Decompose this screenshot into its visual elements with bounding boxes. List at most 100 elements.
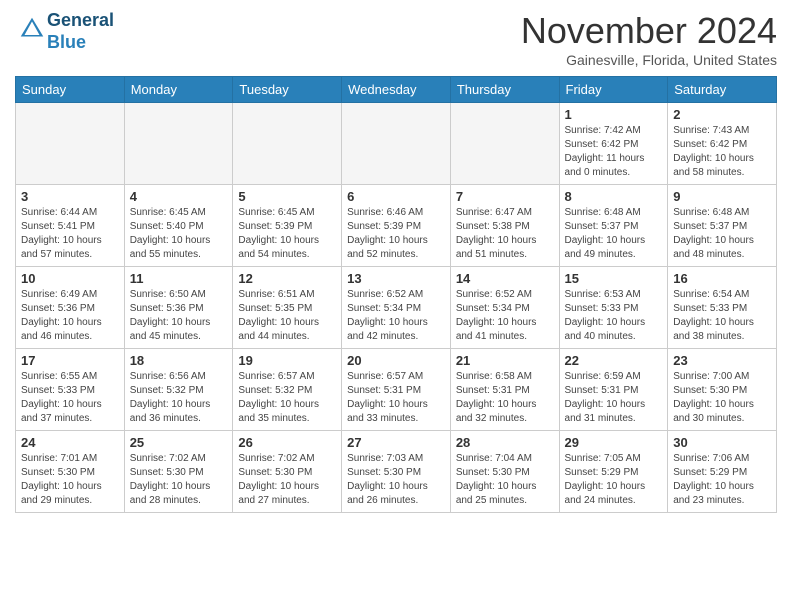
- day-number: 5: [238, 189, 336, 204]
- calendar-cell: 25 Sunrise: 7:02 AMSunset: 5:30 PMDayligh…: [124, 431, 233, 513]
- day-number: 24: [21, 435, 119, 450]
- day-number: 14: [456, 271, 554, 286]
- day-info: Sunrise: 6:47 AMSunset: 5:38 PMDaylight:…: [456, 206, 554, 262]
- location-text: Gainesville, Florida, United States: [521, 52, 777, 68]
- day-number: 30: [673, 435, 771, 450]
- day-info: Sunrise: 7:04 AMSunset: 5:30 PMDaylight:…: [456, 452, 554, 508]
- calendar-cell: 30 Sunrise: 7:06 AMSunset: 5:29 PMDayligh…: [668, 431, 777, 513]
- page-container: General Blue November 2024 Gainesville, …: [0, 0, 792, 523]
- calendar-cell: 10 Sunrise: 6:49 AMSunset: 5:36 PMDayligh…: [16, 267, 125, 349]
- calendar-cell: [16, 103, 125, 185]
- day-info: Sunrise: 7:43 AMSunset: 6:42 PMDaylight:…: [673, 124, 771, 180]
- logo-icon: [17, 14, 47, 44]
- calendar-week-row: 10 Sunrise: 6:49 AMSunset: 5:36 PMDayligh…: [16, 267, 777, 349]
- day-info: Sunrise: 6:56 AMSunset: 5:32 PMDaylight:…: [130, 370, 228, 426]
- day-number: 12: [238, 271, 336, 286]
- day-number: 3: [21, 189, 119, 204]
- day-info: Sunrise: 6:50 AMSunset: 5:36 PMDaylight:…: [130, 288, 228, 344]
- day-number: 27: [347, 435, 445, 450]
- calendar-cell: [342, 103, 451, 185]
- calendar-cell: 3Sunrise: 6:44 AMSunset: 5:41 PMDaylight…: [16, 185, 125, 267]
- calendar-cell: 26 Sunrise: 7:02 AMSunset: 5:30 PMDayligh…: [233, 431, 342, 513]
- day-number: 2: [673, 107, 771, 122]
- calendar-cell: 13Sunrise: 6:52 AMSunset: 5:34 PMDayligh…: [342, 267, 451, 349]
- day-number: 16: [673, 271, 771, 286]
- weekday-header-friday: Friday: [559, 77, 668, 103]
- day-number: 15: [565, 271, 663, 286]
- calendar-week-row: 3Sunrise: 6:44 AMSunset: 5:41 PMDaylight…: [16, 185, 777, 267]
- calendar-week-row: 17 Sunrise: 6:55 AMSunset: 5:33 PMDayligh…: [16, 349, 777, 431]
- day-number: 17: [21, 353, 119, 368]
- day-number: 8: [565, 189, 663, 204]
- day-number: 4: [130, 189, 228, 204]
- calendar-cell: 20 Sunrise: 6:57 AMSunset: 5:31 PMDayligh…: [342, 349, 451, 431]
- calendar-cell: 18 Sunrise: 6:56 AMSunset: 5:32 PMDayligh…: [124, 349, 233, 431]
- calendar-cell: 8Sunrise: 6:48 AMSunset: 5:37 PMDaylight…: [559, 185, 668, 267]
- day-info: Sunrise: 6:59 AMSunset: 5:31 PMDaylight:…: [565, 370, 663, 426]
- day-number: 28: [456, 435, 554, 450]
- day-info: Sunrise: 6:55 AMSunset: 5:33 PMDaylight:…: [21, 370, 119, 426]
- calendar-table: SundayMondayTuesdayWednesdayThursdayFrid…: [15, 76, 777, 513]
- day-info: Sunrise: 7:42 AMSunset: 6:42 PMDaylight:…: [565, 124, 663, 180]
- day-number: 6: [347, 189, 445, 204]
- day-number: 23: [673, 353, 771, 368]
- day-info: Sunrise: 6:57 AMSunset: 5:31 PMDaylight:…: [347, 370, 445, 426]
- page-header: General Blue November 2024 Gainesville, …: [15, 10, 777, 68]
- calendar-cell: 27Sunrise: 7:03 AMSunset: 5:30 PMDayligh…: [342, 431, 451, 513]
- day-info: Sunrise: 6:45 AMSunset: 5:40 PMDaylight:…: [130, 206, 228, 262]
- calendar-cell: 1 Sunrise: 7:42 AMSunset: 6:42 PMDaylight…: [559, 103, 668, 185]
- day-number: 9: [673, 189, 771, 204]
- day-info: Sunrise: 6:49 AMSunset: 5:36 PMDaylight:…: [21, 288, 119, 344]
- day-number: 11: [130, 271, 228, 286]
- weekday-header-thursday: Thursday: [450, 77, 559, 103]
- calendar-cell: 5 Sunrise: 6:45 AMSunset: 5:39 PMDaylight…: [233, 185, 342, 267]
- month-title: November 2024: [521, 10, 777, 52]
- day-number: 13: [347, 271, 445, 286]
- weekday-header-wednesday: Wednesday: [342, 77, 451, 103]
- day-info: Sunrise: 6:53 AMSunset: 5:33 PMDaylight:…: [565, 288, 663, 344]
- calendar-cell: [233, 103, 342, 185]
- day-info: Sunrise: 7:05 AMSunset: 5:29 PMDaylight:…: [565, 452, 663, 508]
- day-number: 1: [565, 107, 663, 122]
- calendar-cell: 11 Sunrise: 6:50 AMSunset: 5:36 PMDayligh…: [124, 267, 233, 349]
- day-info: Sunrise: 6:57 AMSunset: 5:32 PMDaylight:…: [238, 370, 336, 426]
- calendar-cell: 6 Sunrise: 6:46 AMSunset: 5:39 PMDaylight…: [342, 185, 451, 267]
- calendar-cell: 4 Sunrise: 6:45 AMSunset: 5:40 PMDaylight…: [124, 185, 233, 267]
- weekday-header-tuesday: Tuesday: [233, 77, 342, 103]
- day-info: Sunrise: 6:45 AMSunset: 5:39 PMDaylight:…: [238, 206, 336, 262]
- calendar-cell: 7 Sunrise: 6:47 AMSunset: 5:38 PMDaylight…: [450, 185, 559, 267]
- day-info: Sunrise: 7:01 AMSunset: 5:30 PMDaylight:…: [21, 452, 119, 508]
- title-block: November 2024 Gainesville, Florida, Unit…: [521, 10, 777, 68]
- day-number: 10: [21, 271, 119, 286]
- day-number: 21: [456, 353, 554, 368]
- day-info: Sunrise: 7:00 AMSunset: 5:30 PMDaylight:…: [673, 370, 771, 426]
- day-number: 18: [130, 353, 228, 368]
- day-number: 7: [456, 189, 554, 204]
- day-number: 25: [130, 435, 228, 450]
- calendar-cell: 29Sunrise: 7:05 AMSunset: 5:29 PMDayligh…: [559, 431, 668, 513]
- calendar-cell: 24 Sunrise: 7:01 AMSunset: 5:30 PMDayligh…: [16, 431, 125, 513]
- calendar-cell: 22 Sunrise: 6:59 AMSunset: 5:31 PMDayligh…: [559, 349, 668, 431]
- day-number: 26: [238, 435, 336, 450]
- calendar-cell: [450, 103, 559, 185]
- weekday-header-monday: Monday: [124, 77, 233, 103]
- calendar-cell: 12Sunrise: 6:51 AMSunset: 5:35 PMDayligh…: [233, 267, 342, 349]
- day-info: Sunrise: 6:48 AMSunset: 5:37 PMDaylight:…: [673, 206, 771, 262]
- day-info: Sunrise: 7:06 AMSunset: 5:29 PMDaylight:…: [673, 452, 771, 508]
- day-info: Sunrise: 6:54 AMSunset: 5:33 PMDaylight:…: [673, 288, 771, 344]
- day-number: 22: [565, 353, 663, 368]
- day-info: Sunrise: 7:02 AMSunset: 5:30 PMDaylight:…: [238, 452, 336, 508]
- calendar-cell: [124, 103, 233, 185]
- calendar-cell: 19 Sunrise: 6:57 AMSunset: 5:32 PMDayligh…: [233, 349, 342, 431]
- calendar-cell: 21Sunrise: 6:58 AMSunset: 5:31 PMDayligh…: [450, 349, 559, 431]
- weekday-header-saturday: Saturday: [668, 77, 777, 103]
- calendar-cell: 17 Sunrise: 6:55 AMSunset: 5:33 PMDayligh…: [16, 349, 125, 431]
- calendar-cell: 2 Sunrise: 7:43 AMSunset: 6:42 PMDaylight…: [668, 103, 777, 185]
- calendar-cell: 16 Sunrise: 6:54 AMSunset: 5:33 PMDayligh…: [668, 267, 777, 349]
- day-info: Sunrise: 6:46 AMSunset: 5:39 PMDaylight:…: [347, 206, 445, 262]
- day-number: 19: [238, 353, 336, 368]
- day-number: 20: [347, 353, 445, 368]
- weekday-header-sunday: Sunday: [16, 77, 125, 103]
- day-info: Sunrise: 7:02 AMSunset: 5:30 PMDaylight:…: [130, 452, 228, 508]
- calendar-week-row: 1 Sunrise: 7:42 AMSunset: 6:42 PMDaylight…: [16, 103, 777, 185]
